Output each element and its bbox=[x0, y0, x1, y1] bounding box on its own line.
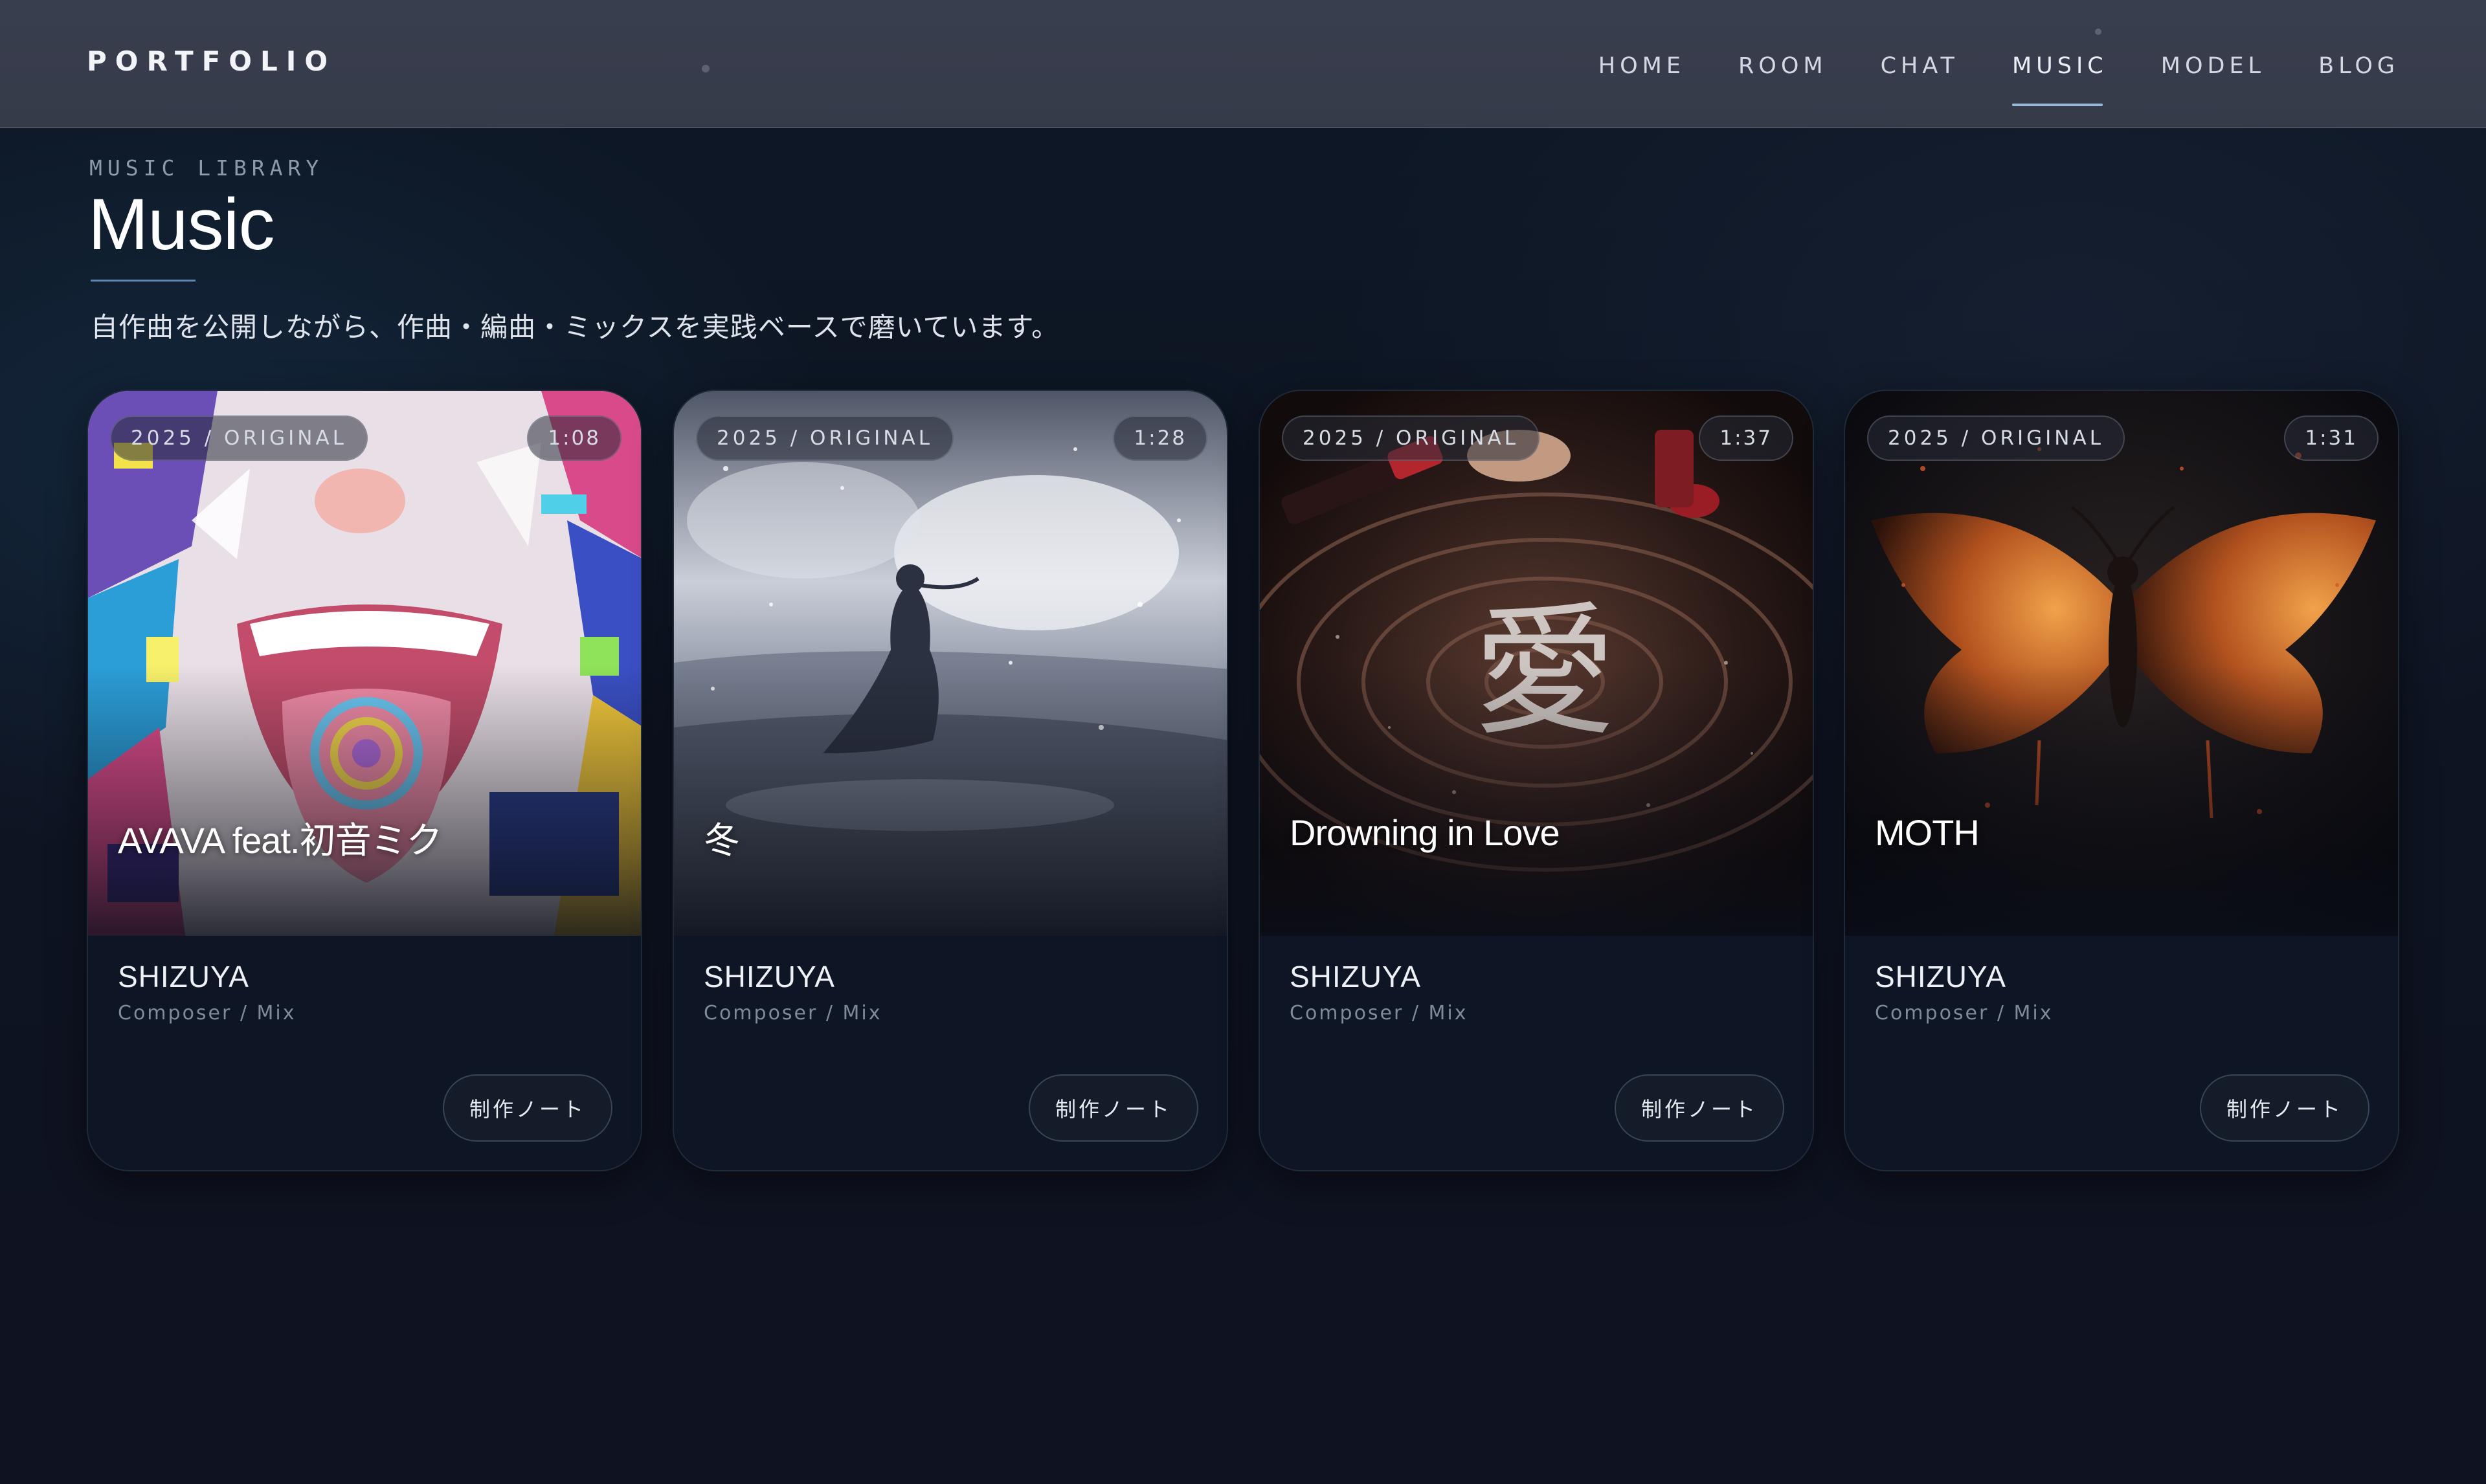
nav-item-music[interactable]: MUSIC bbox=[2011, 49, 2108, 106]
album-art-drowning-in-love[interactable]: 愛 2025 / ORIGINAL 1:37 Drowning in Love bbox=[1260, 391, 1813, 936]
art-gradient-overlay bbox=[1845, 664, 2398, 936]
production-notes-button[interactable]: 制作ノート bbox=[1615, 1074, 1784, 1142]
production-notes-button[interactable]: 制作ノート bbox=[1029, 1074, 1198, 1142]
artist-name: SHIZUYA bbox=[1290, 960, 1421, 993]
release-meta-badge: 2025 / ORIGINAL bbox=[1282, 415, 1540, 461]
duration-badge: 1:37 bbox=[1699, 415, 1793, 461]
art-gradient-overlay bbox=[674, 664, 1227, 936]
music-card-grid: 2025 / ORIGINAL 1:08 AVAVA feat.初音ミク SHI… bbox=[87, 390, 2399, 1171]
nav-item-room[interactable]: ROOM bbox=[1738, 49, 1828, 79]
release-meta-badge: 2025 / ORIGINAL bbox=[696, 415, 954, 461]
nav-item-blog[interactable]: BLOG bbox=[2318, 49, 2399, 79]
song-title: 冬 bbox=[704, 820, 740, 861]
album-art-winter[interactable]: 2025 / ORIGINAL 1:28 冬 bbox=[674, 391, 1227, 936]
song-title: Drowning in Love bbox=[1290, 812, 1560, 853]
music-card[interactable]: 2025 / ORIGINAL 1:31 MOTH SHIZUYA Compos… bbox=[1844, 390, 2399, 1171]
duration-badge: 1:31 bbox=[2284, 415, 2379, 461]
album-art-anime-mouth[interactable]: 2025 / ORIGINAL 1:08 AVAVA feat.初音ミク bbox=[88, 391, 641, 936]
artist-role: Composer / Mix bbox=[118, 1002, 297, 1024]
music-card[interactable]: 2025 / ORIGINAL 1:28 冬 SHIZUYA Composer … bbox=[673, 390, 1228, 1171]
page-description: 自作曲を公開しながら、作曲・編曲・ミックスを実践ベースで磨いています。 bbox=[91, 311, 1060, 343]
song-title: AVAVA feat.初音ミク bbox=[118, 820, 443, 861]
art-gradient-overlay bbox=[88, 664, 641, 936]
release-meta-badge: 2025 / ORIGINAL bbox=[1867, 415, 2125, 461]
music-card[interactable]: 2025 / ORIGINAL 1:08 AVAVA feat.初音ミク SHI… bbox=[87, 390, 642, 1171]
top-navigation-bar: PORTFOLIO HOME ROOM CHAT MUSIC MODEL BLO… bbox=[0, 0, 2486, 128]
artist-role: Composer / Mix bbox=[704, 1002, 882, 1024]
main-nav: HOME ROOM CHAT MUSIC MODEL BLOG bbox=[1545, 0, 2399, 128]
artist-name: SHIZUYA bbox=[118, 960, 249, 993]
music-card[interactable]: 愛 2025 / ORIGINAL 1:37 Drowning in Love … bbox=[1259, 390, 1814, 1171]
page-title: Music bbox=[88, 184, 274, 265]
section-eyebrow: MUSIC LIBRARY bbox=[89, 155, 324, 181]
decorative-dot bbox=[702, 65, 710, 72]
release-meta-badge: 2025 / ORIGINAL bbox=[110, 415, 368, 461]
duration-badge: 1:08 bbox=[527, 415, 622, 461]
production-notes-button[interactable]: 制作ノート bbox=[2200, 1074, 2369, 1142]
artist-name: SHIZUYA bbox=[704, 960, 835, 993]
brand-logo[interactable]: PORTFOLIO bbox=[87, 45, 336, 77]
artist-role: Composer / Mix bbox=[1290, 1002, 1468, 1024]
album-art-moth[interactable]: 2025 / ORIGINAL 1:31 MOTH bbox=[1845, 391, 2398, 936]
artist-role: Composer / Mix bbox=[1875, 1002, 2054, 1024]
duration-badge: 1:28 bbox=[1113, 415, 1207, 461]
nav-item-model[interactable]: MODEL bbox=[2161, 49, 2265, 79]
nav-item-chat[interactable]: CHAT bbox=[1881, 49, 1959, 79]
song-title: MOTH bbox=[1875, 812, 1980, 853]
production-notes-button[interactable]: 制作ノート bbox=[443, 1074, 612, 1142]
nav-item-home[interactable]: HOME bbox=[1598, 49, 1685, 79]
art-gradient-overlay bbox=[1260, 664, 1813, 936]
title-underline bbox=[91, 280, 196, 282]
artist-name: SHIZUYA bbox=[1875, 960, 2006, 993]
